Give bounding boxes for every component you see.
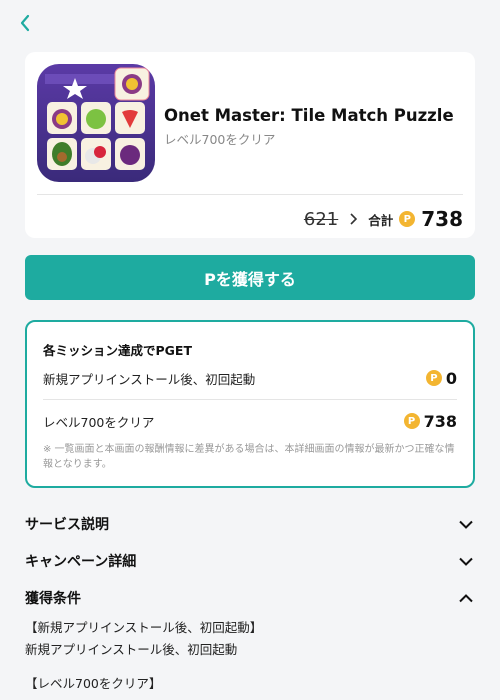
missions-title: 各ミッション達成でPGET: [43, 343, 192, 358]
chevron-up-icon: [457, 589, 475, 607]
chevron-down-icon: [457, 515, 475, 533]
section-earning-conditions[interactable]: 獲得条件: [25, 587, 475, 609]
mission-item: 新規アプリインストール後、初回起動 P 0: [43, 366, 457, 390]
points-summary: 621 合計 P 738: [304, 206, 463, 232]
mission-points: P 738: [403, 411, 457, 431]
point-coin-icon: P: [399, 211, 416, 227]
condition-heading: 【レベル700をクリア】: [25, 676, 162, 691]
get-points-button[interactable]: Pを獲得する: [25, 255, 475, 300]
section-label: キャンペーン詳細: [25, 554, 137, 570]
point-coin-icon: P: [425, 370, 442, 386]
missions-note: ※ 一覧画面と本画面の報酬情報に差異がある場合は、本詳細画面の情報が最新かつ正確…: [43, 444, 455, 470]
section-label: サービス説明: [25, 517, 109, 533]
section-label: 獲得条件: [25, 591, 81, 607]
chevron-left-icon: [20, 14, 30, 32]
old-points: 621: [303, 208, 339, 230]
app-card: Onet Master: Tile Match Puzzle レベル700をクリ…: [25, 52, 475, 238]
divider: [37, 194, 463, 195]
divider: [43, 399, 457, 400]
app-subtitle: レベル700をクリア: [164, 132, 276, 147]
chevron-right-icon: [346, 212, 360, 226]
section-campaign-details[interactable]: キャンペーン詳細: [25, 550, 475, 572]
mission-label: レベル700をクリア: [43, 414, 155, 430]
total-points: 738: [421, 207, 463, 231]
mission-points: P 0: [425, 368, 457, 388]
condition-heading: 【新規アプリインストール後、初回起動】: [25, 620, 263, 635]
mission-points-value: 738: [423, 411, 457, 431]
back-button[interactable]: [14, 12, 36, 34]
app-icon: [37, 64, 155, 182]
section-service-description[interactable]: サービス説明: [25, 513, 475, 535]
total-label: 合計: [368, 212, 394, 228]
mission-item: レベル700をクリア P 738: [43, 409, 457, 433]
chevron-down-icon: [457, 552, 475, 570]
mission-points-value: 0: [445, 368, 457, 388]
mission-label: 新規アプリインストール後、初回起動: [43, 371, 256, 387]
missions-card: 各ミッション達成でPGET 新規アプリインストール後、初回起動 P 0 レベル7…: [25, 320, 475, 488]
point-coin-icon: P: [403, 413, 420, 429]
condition-text: 新規アプリインストール後、初回起動: [25, 642, 238, 657]
app-title: Onet Master: Tile Match Puzzle: [164, 106, 454, 125]
